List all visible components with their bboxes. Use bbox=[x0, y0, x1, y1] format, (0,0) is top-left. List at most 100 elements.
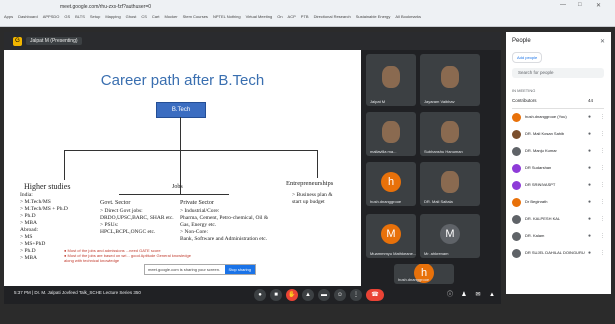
bookmark-item[interactable]: Virtual Meeting bbox=[246, 14, 273, 23]
participant-avatar: M bbox=[381, 223, 401, 244]
participant-list-name: DR. KALPESH KAL bbox=[525, 216, 561, 221]
bookmark-item[interactable]: BLTS bbox=[75, 14, 85, 23]
more-options-icon[interactable]: ⋮ bbox=[600, 131, 605, 137]
bookmark-item[interactable]: Mapping bbox=[105, 14, 120, 23]
avatar bbox=[512, 113, 521, 122]
participant-list-item[interactable]: DR. KALPESH KAL ● ⋮ bbox=[512, 214, 605, 226]
raise-hand-icon[interactable]: ✋ bbox=[286, 289, 298, 301]
participant-list-item[interactable]: DR Sudarshan ● ⋮ bbox=[512, 163, 605, 175]
mic-icon: ● bbox=[588, 250, 592, 256]
bookmark-item[interactable]: Dashboard bbox=[18, 14, 38, 23]
bookmark-item[interactable]: NPTEL Nothing bbox=[213, 14, 241, 23]
participant-list-item[interactable]: DR. Kalam ● ⋮ bbox=[512, 231, 605, 243]
bookmark-item[interactable]: GS bbox=[64, 14, 70, 23]
bookmark-item[interactable]: Mocker bbox=[164, 14, 177, 23]
higher-studies-title: Higher studies bbox=[24, 182, 71, 191]
entrepreneurship-title: Entrepreneurships bbox=[286, 180, 334, 187]
bookmark-item[interactable]: Apps bbox=[4, 14, 13, 23]
bookmark-item[interactable]: Sustainable Energy bbox=[356, 14, 391, 23]
bookmark-item[interactable]: On bbox=[277, 14, 282, 23]
url-text[interactable]: meet.google.com/rhu-zxs-fzf?authuser=0 bbox=[60, 4, 151, 10]
mic-icon: ● bbox=[588, 114, 592, 120]
participant-list-name: DR. Kalam bbox=[525, 233, 545, 238]
in-meeting-label: IN MEETING bbox=[512, 88, 536, 93]
info-icon[interactable]: ⓘ bbox=[444, 289, 456, 301]
slide-title: Career path after B.Tech bbox=[100, 72, 265, 89]
participant-tile[interactable]: M Muammmyu Mathkeane... bbox=[366, 214, 416, 258]
participant-tile[interactable]: h hush.dnanggrooe bbox=[394, 264, 454, 284]
participant-list-item[interactable]: hush.dnanggrooe (You) ● ⋮ bbox=[512, 112, 605, 124]
more-options-icon[interactable]: ⋮ bbox=[600, 114, 605, 120]
participant-photo bbox=[382, 120, 400, 143]
govt-sector-body: > Direct Govt jobs: DRDO,UPSC,BARC, SHAR… bbox=[100, 208, 174, 235]
participant-list-item[interactable]: DR SUJEL DAHILAL DOINGURU ● ⋮ bbox=[512, 248, 605, 260]
participant-photo bbox=[441, 120, 459, 143]
participant-photo bbox=[382, 66, 400, 89]
participant-list-name: DR Sudarshan bbox=[525, 165, 552, 170]
participant-tile[interactable]: M Mr. ahkrenam bbox=[420, 214, 480, 258]
participant-list-item[interactable]: DR SRINIVASPT ● ⋮ bbox=[512, 180, 605, 192]
more-options-icon[interactable]: ⋮ bbox=[600, 148, 605, 154]
more-options-icon[interactable]: ⋮ bbox=[600, 216, 605, 222]
bookmark-item[interactable]: PTB bbox=[301, 14, 309, 23]
minimize-icon[interactable]: — bbox=[560, 2, 566, 8]
participant-photo bbox=[441, 170, 459, 193]
end-call-icon[interactable]: ☎ bbox=[366, 289, 384, 301]
meeting-info: 5:37 PM | Dr. M. Jalpati Jovfeed Talk_SC… bbox=[14, 290, 141, 295]
bookmark-item[interactable]: All Bookmarks bbox=[395, 14, 421, 23]
bookmark-item[interactable]: Directional Research bbox=[314, 14, 351, 23]
contributors-count: 44 bbox=[588, 98, 594, 103]
more-options-icon[interactable]: ⋮ bbox=[350, 289, 362, 301]
add-people-button[interactable]: Add people bbox=[512, 52, 543, 63]
chat-icon[interactable]: ✉ bbox=[472, 289, 484, 301]
bookmark-item[interactable]: Cart bbox=[152, 14, 160, 23]
meeting-topbar: G Jalpat M (Presenting) bbox=[4, 32, 501, 50]
avatar bbox=[512, 130, 521, 139]
participant-list-item[interactable]: DR. Manju Kumar ● ⋮ bbox=[512, 146, 605, 158]
avatar bbox=[512, 249, 521, 258]
camera-icon[interactable]: ■ bbox=[270, 289, 282, 301]
close-icon[interactable]: ✕ bbox=[600, 38, 605, 45]
present-icon[interactable]: ▲ bbox=[302, 289, 314, 301]
more-options-icon[interactable]: ⋮ bbox=[600, 250, 605, 256]
participant-list-name: DR. Mali Kosan Sahib bbox=[525, 131, 565, 136]
address-bar[interactable]: meet.google.com/rhu-zxs-fzf?authuser=0 bbox=[0, 2, 615, 11]
participant-tile[interactable]: h hush.dnanggrooe bbox=[366, 162, 416, 206]
govt-sector-title: Govt. Sector bbox=[100, 200, 131, 206]
activities-icon[interactable]: ▲ bbox=[486, 289, 498, 301]
mic-off-icon[interactable]: ● bbox=[254, 289, 266, 301]
private-sector-title: Private Sector bbox=[180, 200, 214, 206]
more-options-icon[interactable]: ⋮ bbox=[600, 165, 605, 171]
participant-tile[interactable]: Jalpat M bbox=[366, 54, 416, 106]
bookmark-item[interactable]: Stem Courses bbox=[183, 14, 208, 23]
bookmark-item[interactable]: ACP bbox=[288, 14, 296, 23]
more-options-icon[interactable]: ⋮ bbox=[600, 199, 605, 205]
people-panel-title: People bbox=[512, 38, 531, 44]
presenter-name: Jalpat M (Presenting) bbox=[26, 37, 82, 45]
more-options-icon[interactable]: ⋮ bbox=[600, 233, 605, 239]
participant-name: Mr. ahkrenam bbox=[424, 251, 449, 256]
bookmark-item[interactable]: Ghost bbox=[126, 14, 137, 23]
participant-name: Jayaram Vaibhav bbox=[424, 99, 455, 104]
bookmark-item[interactable]: APPSDO bbox=[43, 14, 60, 23]
people-icon[interactable]: ♟ bbox=[458, 289, 470, 301]
maximize-icon[interactable]: □ bbox=[578, 2, 582, 8]
contributors-header[interactable]: Contributors 44 bbox=[512, 98, 604, 109]
reactions-icon[interactable]: ☺ bbox=[334, 289, 346, 301]
stop-sharing-button[interactable]: Stop sharing bbox=[224, 265, 255, 274]
participant-tile[interactable]: Subhanshu Hanuman bbox=[420, 112, 480, 156]
contributors-label: Contributors bbox=[512, 98, 537, 103]
bookmark-item[interactable]: CS bbox=[141, 14, 147, 23]
search-people-input[interactable]: Search for people bbox=[512, 68, 604, 78]
participant-tile[interactable]: Jayaram Vaibhav bbox=[420, 54, 480, 106]
close-window-icon[interactable]: ✕ bbox=[596, 2, 601, 9]
participant-tile[interactable]: DR. Mali Saltala bbox=[420, 162, 480, 206]
participant-list-item[interactable]: DR. Mali Kosan Sahib ● ⋮ bbox=[512, 129, 605, 141]
screen-share-notice: meet.google.com is sharing your screen. … bbox=[144, 264, 256, 275]
bookmark-item[interactable]: Setup bbox=[90, 14, 100, 23]
participant-tile[interactable]: mallavilla ma... bbox=[366, 112, 416, 156]
captions-icon[interactable]: ▬ bbox=[318, 289, 330, 301]
more-options-icon[interactable]: ⋮ bbox=[600, 182, 605, 188]
entrepreneurship-body: > Business plan & start up budget bbox=[292, 192, 333, 205]
participant-list-item[interactable]: Dr Beginrath ● ⋮ bbox=[512, 197, 605, 209]
